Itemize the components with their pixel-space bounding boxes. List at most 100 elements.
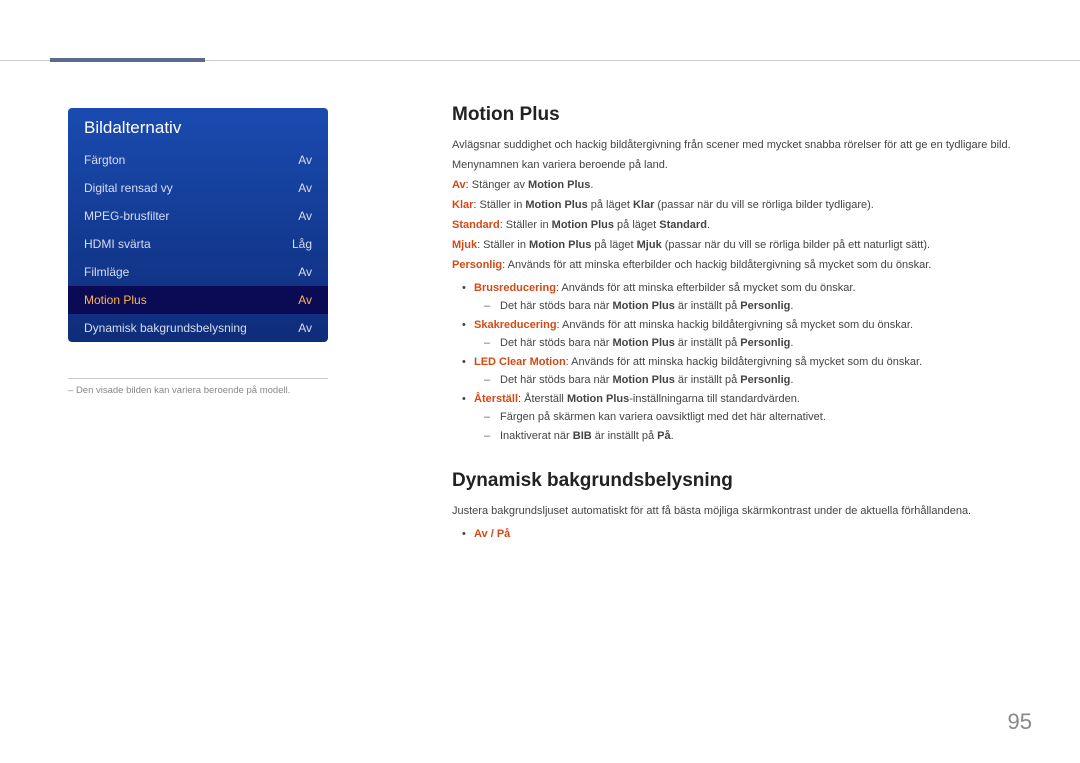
menu-item-label: Motion Plus [84, 293, 147, 307]
text: på läget [591, 239, 636, 251]
text: Det här stöds bara när [500, 374, 613, 386]
menu-item-hdmi-svarta[interactable]: HDMI svärta Låg [68, 230, 328, 258]
text: : Återställ [518, 393, 567, 405]
menu-item-value: Av [298, 153, 312, 167]
menu-item-filmlage[interactable]: Filmläge Av [68, 258, 328, 286]
menu-item-label: Färgton [84, 153, 125, 167]
bold-text: Personlig [740, 337, 790, 349]
menu-item-value: Av [298, 265, 312, 279]
text: på läget [614, 219, 659, 231]
text: är inställt på [675, 300, 740, 312]
text: : Används för att minska hackig bildåter… [557, 319, 913, 331]
intro-2: Menynamnen kan variera beroende på land. [452, 158, 1028, 174]
bold-text: Motion Plus [613, 337, 675, 349]
sub-list: Det här stöds bara när Motion Plus är in… [492, 372, 1028, 389]
menu-item-label: MPEG-brusfilter [84, 209, 169, 223]
heading-dynamisk: Dynamisk bakgrundsbelysning [452, 470, 1028, 492]
line-av: Av: Stänger av Motion Plus. [452, 178, 1028, 194]
sidebar: Bildalternativ Färgton Av Digital rensad… [68, 108, 328, 396]
text: . [671, 430, 674, 442]
text: . [590, 179, 593, 191]
bold-text: Mjuk [637, 239, 662, 251]
text: (passar när du vill se rörliga bilder ty… [654, 199, 873, 211]
text: . [790, 300, 793, 312]
accent-text: Personlig [452, 259, 502, 271]
line-personlig: Personlig: Används för att minska efterb… [452, 258, 1028, 274]
sub-list: Färgen på skärmen kan variera oavsiktlig… [492, 409, 1028, 444]
bold-text: Motion Plus [613, 300, 675, 312]
accent-text: Klar [452, 199, 473, 211]
menu-item-label: HDMI svärta [84, 237, 151, 251]
menu-item-fargton[interactable]: Färgton Av [68, 146, 328, 174]
accent-text: Skakreducering [474, 319, 557, 331]
intro-1: Avlägsnar suddighet och hackig bildåterg… [452, 138, 1028, 154]
text: är inställt på [675, 337, 740, 349]
sub-item: Det här stöds bara när Motion Plus är in… [492, 298, 1028, 315]
note-text: Den visade bilden kan variera beroende p… [76, 385, 290, 396]
menu-item-value: Av [298, 181, 312, 195]
accent-text: Brusreducering [474, 282, 556, 294]
sub-item: Det här stöds bara när Motion Plus är in… [492, 335, 1028, 352]
text: på läget [588, 199, 633, 211]
option-av-pa: Av / På [474, 526, 1028, 543]
sub-item: Färgen på skärmen kan variera oavsiktlig… [492, 409, 1028, 426]
heading-motion-plus: Motion Plus [452, 104, 1028, 126]
sub-list: Det här stöds bara när Motion Plus är in… [492, 298, 1028, 315]
accent-text: Återställ [474, 393, 518, 405]
bold-text: Motion Plus [529, 239, 591, 251]
text: är inställt på [675, 374, 740, 386]
bullet-brusreducering: Brusreducering: Används för att minska e… [474, 280, 1028, 315]
note-dash: – [68, 385, 73, 396]
sub-item: Det här stöds bara när Motion Plus är in… [492, 372, 1028, 389]
menu-panel: Bildalternativ Färgton Av Digital rensad… [68, 108, 328, 342]
accent-text: Standard [452, 219, 500, 231]
text: är inställt på [592, 430, 657, 442]
menu-title: Bildalternativ [68, 108, 328, 146]
bold-text: Motion Plus [528, 179, 590, 191]
line-standard: Standard: Ställer in Motion Plus på läge… [452, 218, 1028, 234]
accent-text: Av / På [474, 528, 510, 540]
bold-text: Personlig [740, 300, 790, 312]
bullet-list: Brusreducering: Används för att minska e… [474, 280, 1028, 445]
menu-item-value: Låg [292, 237, 312, 251]
intro-dynamisk: Justera bakgrundsljuset automatiskt för … [452, 504, 1028, 520]
menu-item-value: Av [298, 321, 312, 335]
menu-item-digital-rensad-vy[interactable]: Digital rensad vy Av [68, 174, 328, 202]
text: : Ställer in [473, 199, 525, 211]
text: : Ställer in [500, 219, 552, 231]
bold-text: Motion Plus [552, 219, 614, 231]
menu-item-value: Av [298, 293, 312, 307]
accent-text: LED Clear Motion [474, 356, 566, 368]
text: Det här stöds bara när [500, 337, 613, 349]
menu-item-motion-plus[interactable]: Motion Plus Av [68, 286, 328, 314]
bold-text: BIB [573, 430, 592, 442]
text: Det här stöds bara när [500, 300, 613, 312]
main-content: Motion Plus Avlägsnar suddighet och hack… [452, 104, 1028, 545]
menu-item-dynamisk-bakgrundsbelysning[interactable]: Dynamisk bakgrundsbelysning Av [68, 314, 328, 342]
menu-item-label: Dynamisk bakgrundsbelysning [84, 321, 247, 335]
text: : Används för att minska efterbilder och… [502, 259, 931, 271]
bullet-aterstall: Återställ: Återställ Motion Plus-inställ… [474, 391, 1028, 445]
text: : Används för att minska efterbilder så … [556, 282, 856, 294]
menu-item-mpeg-brusfilter[interactable]: MPEG-brusfilter Av [68, 202, 328, 230]
bold-text: Motion Plus [525, 199, 587, 211]
text: : Ställer in [477, 239, 529, 251]
page-number: 95 [1008, 709, 1032, 735]
text: : Används för att minska hackig bildåter… [566, 356, 922, 368]
sub-list: Det här stöds bara när Motion Plus är in… [492, 335, 1028, 352]
header-accent [50, 58, 205, 62]
line-klar: Klar: Ställer in Motion Plus på läget Kl… [452, 198, 1028, 214]
bold-text: Standard [659, 219, 707, 231]
line-mjuk: Mjuk: Ställer in Motion Plus på läget Mj… [452, 238, 1028, 254]
menu-item-label: Digital rensad vy [84, 181, 173, 195]
sub-item: Inaktiverat när BIB är inställt på På. [492, 428, 1028, 445]
sidebar-note: – Den visade bilden kan variera beroende… [68, 385, 328, 396]
text: Inaktiverat när [500, 430, 573, 442]
bold-text: På [657, 430, 670, 442]
text: . [707, 219, 710, 231]
text: (passar när du vill se rörliga bilder på… [662, 239, 930, 251]
bold-text: Motion Plus [567, 393, 629, 405]
text: . [790, 337, 793, 349]
sidebar-divider [68, 378, 328, 379]
menu-item-label: Filmläge [84, 265, 129, 279]
